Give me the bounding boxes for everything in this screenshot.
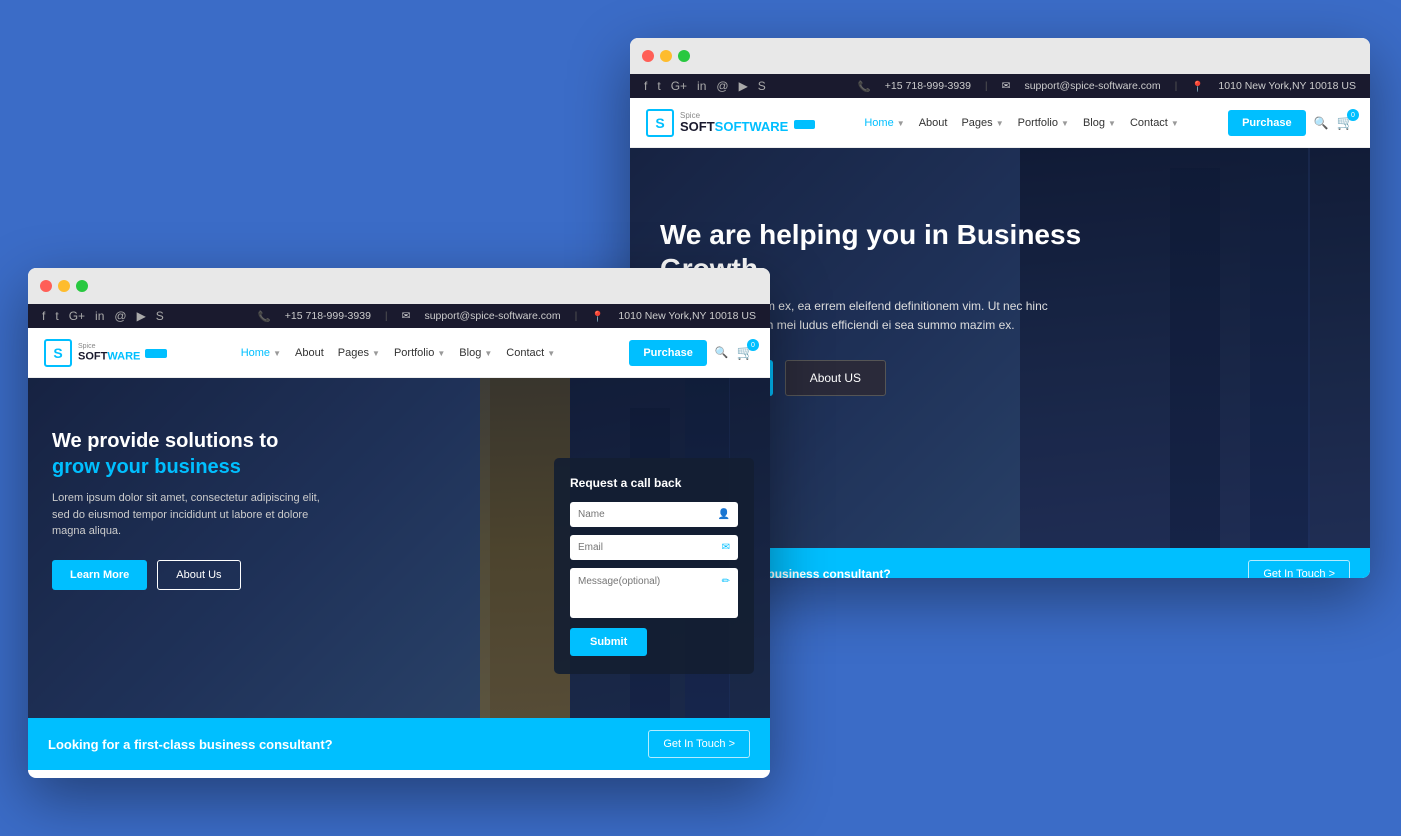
hero-heading-front: We provide solutions to grow your busine… [52,428,372,480]
dot-yellow[interactable] [660,50,672,62]
browser-window-front: f t G+ in @ ▶ S 📞 +15 718-999-3939 | ✉ s… [28,268,770,778]
dot-green[interactable] [678,50,690,62]
callout-text-front: Looking for a first-class business consu… [48,737,333,752]
dot-red[interactable] [642,50,654,62]
email-text-back: support@spice-software.com [1024,80,1160,92]
get-in-touch-button-front[interactable]: Get In Touch > [648,730,750,758]
logo-front: S Spice SOFTWARE PRO [44,339,167,367]
email-input[interactable] [578,542,722,553]
hero-highlight-front: grow your business [52,456,241,478]
fb-icon[interactable]: f [644,79,647,93]
message-textarea[interactable] [570,568,738,618]
phone-icon-front: 📞 [258,310,271,323]
request-form: Request a call back 👤 ✉ ✏ Submit [554,458,754,674]
form-title: Request a call back [570,476,738,490]
browser-chrome-back [630,38,1370,74]
nav-home-front[interactable]: Home ▼ [241,347,281,359]
search-icon-front[interactable]: 🔍 [715,346,729,359]
social-icons-back: f t G+ in @ ▶ S [644,79,766,93]
yt-icon[interactable]: ▶ [739,79,748,93]
tw-icon[interactable]: t [657,79,660,93]
fb-icon-front[interactable]: f [42,309,45,323]
social-icons-front: f t G+ in @ ▶ S [42,309,164,323]
phone-icon: 📞 [858,80,871,93]
callout-bar-front: Looking for a first-class business consu… [28,718,770,770]
cart-badge-back: 0 [1347,109,1359,121]
nav-menu-back: Home ▼ About Pages ▼ Portfolio ▼ Blog ▼ … [864,117,1178,129]
nav-blog-front[interactable]: Blog ▼ [459,347,492,359]
nav-bar-back: S Spice SOFTSOFTWARE PRO Home ▼ About Pa… [630,98,1370,148]
nav-bar-front: S Spice SOFTWARE PRO Home ▼ About Pages … [28,328,770,378]
contact-info-back: 📞 +15 718-999-3939 | ✉ support@spice-sof… [858,80,1356,93]
cart-icon-back[interactable]: 🛒0 [1337,114,1354,131]
top-bar-back: f t G+ in @ ▶ S 📞 +15 718-999-3939 | ✉ s… [630,74,1370,98]
contact-info-front: 📞 +15 718-999-3939 | ✉ support@spice-sof… [258,310,756,323]
nav-portfolio-back[interactable]: Portfolio ▼ [1018,117,1069,129]
loc-icon-front: 📍 [591,310,604,323]
submit-button[interactable]: Submit [570,628,647,656]
logo-product-back: SOFTSOFTWARE PRO [680,120,815,134]
about-button-back[interactable]: About US [785,360,886,396]
dot-red-front[interactable] [40,280,52,292]
logo-icon-front: S [44,339,72,367]
dot-green-front[interactable] [76,280,88,292]
ig-icon-front[interactable]: @ [114,309,126,323]
nav-about-front[interactable]: About [295,347,324,359]
logo-icon-back: S [646,109,674,137]
gp-icon-front[interactable]: G+ [69,309,85,323]
nav-right-back: Purchase 🔍 🛒0 [1228,110,1354,136]
name-input[interactable] [578,509,718,520]
logo-back: S Spice SOFTSOFTWARE PRO [646,109,815,137]
name-field-wrapper: 👤 [570,502,738,527]
cart-badge-front: 0 [747,339,759,351]
email-icon: ✉ [1002,80,1011,92]
nav-home-back[interactable]: Home ▼ [864,117,904,129]
nav-contact-front[interactable]: Contact ▼ [506,347,555,359]
cart-icon-front[interactable]: 🛒0 [737,344,754,361]
nav-blog-back[interactable]: Blog ▼ [1083,117,1116,129]
nav-about-back[interactable]: About [919,117,948,129]
email-text-front: support@spice-software.com [424,310,560,322]
learn-more-button-front[interactable]: Learn More [52,560,147,590]
nav-contact-back[interactable]: Contact ▼ [1130,117,1179,129]
envelope-icon: ✉ [722,542,730,553]
phone-text-front: +15 718-999-3939 [285,310,371,322]
person-icon: 👤 [718,509,730,520]
email-icon-front: ✉ [402,310,411,322]
address-text-front: 1010 New York,NY 10018 US [618,310,756,322]
nav-portfolio-front[interactable]: Portfolio ▼ [394,347,445,359]
tw-icon-front[interactable]: t [55,309,58,323]
nav-right-front: Purchase 🔍 🛒0 [629,340,754,366]
nav-pages-front[interactable]: Pages ▼ [338,347,380,359]
gp-icon[interactable]: G+ [671,79,687,93]
sk-icon-front[interactable]: S [156,309,164,323]
li-icon-front[interactable]: in [95,309,104,323]
browser-chrome-front [28,268,770,304]
purchase-button-back[interactable]: Purchase [1228,110,1306,136]
ig-icon[interactable]: @ [716,79,728,93]
dot-yellow-front[interactable] [58,280,70,292]
pencil-icon: ✏ [722,576,730,587]
sk-icon[interactable]: S [758,79,766,93]
yt-icon-front[interactable]: ▶ [137,309,146,323]
nav-pages-back[interactable]: Pages ▼ [961,117,1003,129]
get-in-touch-button-back[interactable]: Get In Touch > [1248,560,1350,578]
about-button-front[interactable]: About Us [157,560,240,590]
loc-icon: 📍 [1191,80,1204,93]
message-field-wrapper: ✏ [570,568,738,618]
email-field-wrapper: ✉ [570,535,738,560]
hero-section-front: We provide solutions to grow your busine… [28,378,770,718]
logo-product-front: SOFTWARE PRO [78,350,167,363]
hero-subtext-front: Lorem ipsum dolor sit amet, consectetur … [52,490,332,540]
phone-text-back: +15 718-999-3939 [885,80,971,92]
top-bar-front: f t G+ in @ ▶ S 📞 +15 718-999-3939 | ✉ s… [28,304,770,328]
nav-menu-front: Home ▼ About Pages ▼ Portfolio ▼ Blog ▼ … [241,347,555,359]
purchase-button-front[interactable]: Purchase [629,340,707,366]
search-icon-back[interactable]: 🔍 [1314,116,1329,130]
address-text-back: 1010 New York,NY 10018 US [1218,80,1356,92]
li-icon[interactable]: in [697,79,706,93]
